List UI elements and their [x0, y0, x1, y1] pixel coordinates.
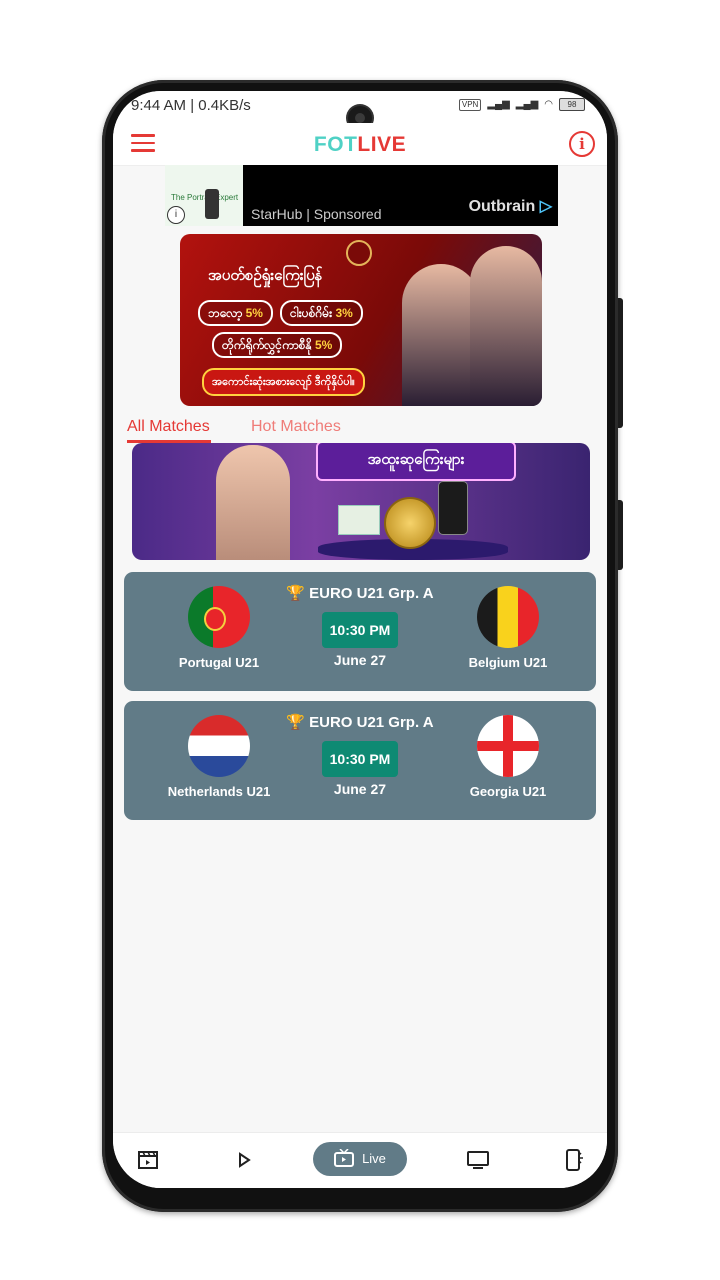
- pill1-text: ဘလော့: [208, 306, 243, 320]
- away-team: Belgium U21: [453, 586, 563, 672]
- banner1-headline: အပတ်စဉ်ရှုံးကြေးပြန်: [208, 267, 323, 284]
- phone-prize-image: [438, 481, 468, 535]
- home-team: Netherlands U21: [164, 715, 274, 801]
- clapperboard-icon[interactable]: [133, 1145, 163, 1175]
- kickoff-time[interactable]: 10:30 PM: [321, 741, 399, 777]
- signal-icon: ▂▄▆: [487, 99, 510, 110]
- pill1-value: 5%: [245, 306, 263, 320]
- match-info: 🏆 EURO U21 Grp. A 10:30 PM June 27: [260, 584, 460, 668]
- promo-banner-casino[interactable]: အပတ်စဉ်ရှုံးကြေးပြန် ဘလော့ 5% ငါးပစ်ဂိမ်…: [180, 234, 542, 406]
- phone-sparkle-icon[interactable]: [559, 1145, 589, 1175]
- away-team-name: Belgium U21: [468, 655, 548, 670]
- trophy-icon: 🏆: [286, 714, 306, 731]
- banner1-pill-3: တိုက်ရိုက်လွှင့်ကာစီနို 5%: [212, 332, 343, 358]
- outbrain-ad[interactable]: The Portrait Expert i StarHub | Sponsore…: [165, 165, 558, 226]
- nav-live-button[interactable]: Live: [313, 1142, 407, 1176]
- wifi-icon: ◠: [544, 99, 553, 110]
- volume-button: [618, 298, 623, 428]
- banner1-footer: အကောင်းဆုံးအစားလျော် ဒီကိုနှိပ်ပါ။: [202, 368, 365, 396]
- signal-icon-2: ▂▄▆: [515, 99, 539, 110]
- georgia-flag-icon: [477, 715, 539, 777]
- tab-all-matches[interactable]: All Matches: [127, 418, 211, 443]
- monitor-icon[interactable]: [463, 1145, 493, 1175]
- match-date: June 27: [333, 652, 387, 668]
- ad-creative: StarHub | Sponsored Outbrain ▷: [243, 165, 558, 226]
- pill3-text: တိုက်ရိုက်လွှင့်ကာစီနို: [222, 338, 312, 352]
- vpn-icon: VPN: [458, 98, 482, 111]
- phone-image: [205, 189, 219, 219]
- away-team: Georgia U21: [453, 715, 563, 801]
- match-card[interactable]: Portugal U21 🏆 EURO U21 Grp. A 10:30 PM J…: [124, 572, 596, 691]
- badge-logo: [346, 240, 372, 266]
- league-label: EURO U21 Grp. A: [309, 585, 434, 602]
- banner2-headline: အထူးဆုကြေးများ: [316, 443, 516, 481]
- home-team-name: Netherlands U21: [167, 784, 271, 799]
- kickoff-time[interactable]: 10:30 PM: [321, 612, 399, 648]
- model-image-1: [402, 264, 480, 406]
- battery-icon: 98: [559, 98, 585, 111]
- live-tv-icon: [334, 1142, 355, 1176]
- tab-hot-matches[interactable]: Hot Matches: [251, 418, 341, 436]
- pill3-value: 5%: [314, 338, 333, 352]
- cash-image: [338, 505, 380, 535]
- netherlands-flag-icon: [188, 715, 250, 777]
- nav-live-label: Live: [362, 1151, 386, 1166]
- play-icon[interactable]: [229, 1145, 259, 1175]
- promo-banner-prizes[interactable]: အထူးဆုကြေးများ: [132, 443, 590, 560]
- league-name: 🏆 EURO U21 Grp. A: [260, 713, 460, 731]
- app-bar: FOTLIVE i: [113, 123, 607, 166]
- model-image-2: [470, 246, 542, 406]
- status-icons: VPN ▂▄▆ ▂▄▆ ◠ 98: [458, 98, 585, 111]
- logo-live: LIVE: [357, 133, 407, 156]
- status-time: 9:44 AM | 0.4KB/s: [131, 97, 251, 114]
- power-button: [618, 500, 623, 570]
- woman-image: [216, 445, 290, 560]
- ad-thumbnail: The Portrait Expert i: [165, 165, 243, 226]
- gold-coin-image: [384, 497, 436, 549]
- match-date: June 27: [333, 781, 387, 797]
- pill2-value: 3%: [335, 306, 353, 320]
- ad-sponsor-text: StarHub | Sponsored: [251, 206, 382, 222]
- away-team-name: Georgia U21: [469, 784, 547, 799]
- pill2-text: ငါးပစ်ဂိမ်း: [290, 306, 333, 320]
- outbrain-logo: Outbrain ▷: [469, 196, 552, 216]
- banner1-pill-2: ငါးပစ်ဂိမ်း 3%: [280, 300, 363, 326]
- logo-fot: FOT: [313, 133, 358, 156]
- league-name: 🏆 EURO U21 Grp. A: [260, 584, 460, 602]
- match-tabs: All Matches Hot Matches: [127, 418, 587, 446]
- match-info: 🏆 EURO U21 Grp. A 10:30 PM June 27: [260, 713, 460, 797]
- match-card[interactable]: Netherlands U21 🏆 EURO U21 Grp. A 10:30 P…: [124, 701, 596, 820]
- ad-info-icon[interactable]: i: [167, 206, 185, 224]
- app-screen: 9:44 AM | 0.4KB/s VPN ▂▄▆ ▂▄▆ ◠ 98 FOTLI…: [113, 91, 607, 1188]
- banner1-pill-1: ဘလော့ 5%: [198, 300, 273, 326]
- info-icon[interactable]: i: [569, 131, 595, 157]
- portugal-flag-icon: [188, 586, 250, 648]
- app-logo: FOTLIVE: [113, 133, 607, 157]
- ad-brand-name: Outbrain: [468, 198, 536, 215]
- belgium-flag-icon: [477, 586, 539, 648]
- home-team: Portugal U21: [164, 586, 274, 672]
- bottom-nav: Live: [113, 1132, 607, 1188]
- trophy-icon: 🏆: [286, 585, 306, 602]
- home-team-name: Portugal U21: [178, 655, 260, 670]
- phone-frame: 9:44 AM | 0.4KB/s VPN ▂▄▆ ▂▄▆ ◠ 98 FOTLI…: [102, 80, 623, 1212]
- league-label: EURO U21 Grp. A: [309, 714, 434, 731]
- ad-brand-mark: ▷: [539, 198, 552, 215]
